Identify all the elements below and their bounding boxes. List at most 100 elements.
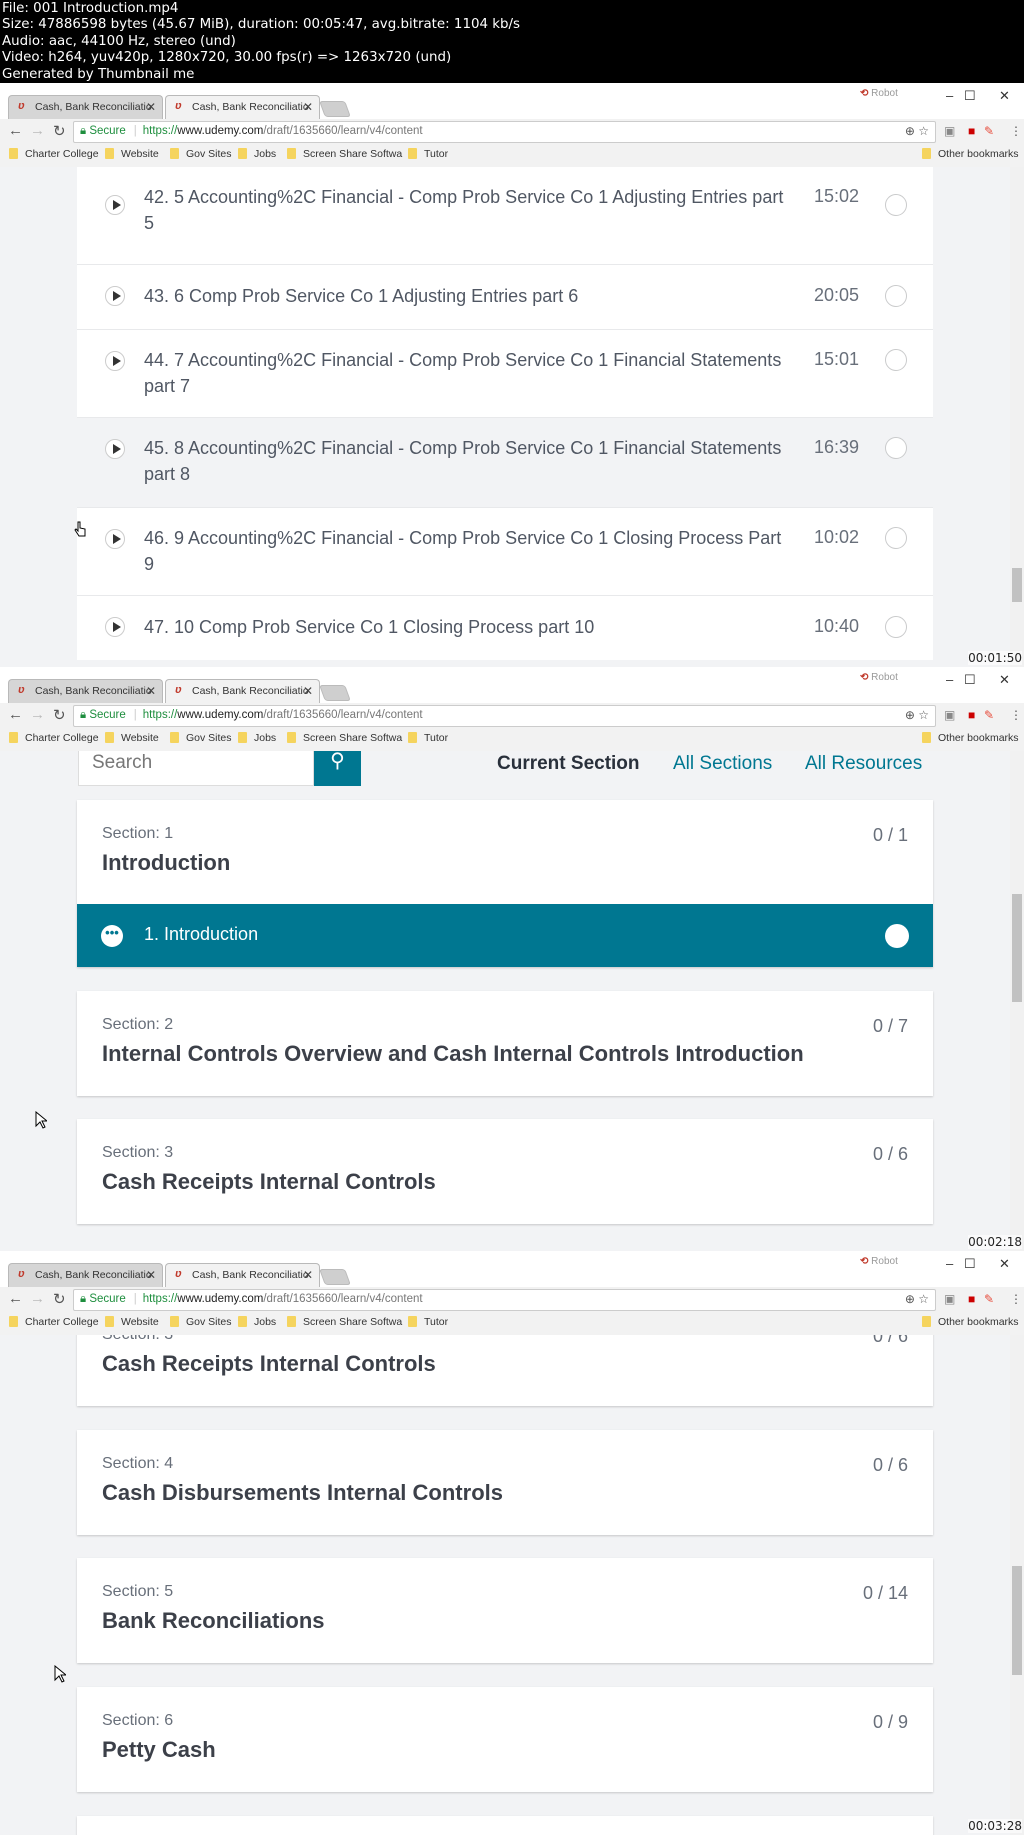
section-card[interactable] — [77, 1816, 933, 1835]
lecture-title[interactable]: 42. 5 Accounting%2C Financial - Comp Pro… — [144, 184, 784, 236]
scrollbar-thumb[interactable] — [1012, 568, 1022, 602]
zoom-icon[interactable]: ⊕ — [905, 124, 915, 138]
url-bar[interactable]: 🔒︎ Secure | https://www.udemy.com/draft/16… — [73, 121, 936, 143]
lecture-row[interactable]: 46. 9 Accounting%2C Financial - Comp Pro… — [77, 507, 933, 595]
section-card[interactable]: Section: 6 Petty Cash 0 / 9 — [77, 1687, 933, 1792]
browser-tab-2[interactable]: ʋ Cash, Bank Reconciliatio ✕ — [165, 679, 320, 703]
minimize-icon[interactable]: – — [946, 88, 953, 103]
close-window-icon[interactable]: ✕ — [999, 88, 1010, 104]
completion-checkbox[interactable] — [885, 194, 907, 216]
bookmark-star-icon[interactable]: ☆ — [918, 708, 929, 722]
back-icon[interactable]: ← — [8, 706, 23, 723]
scrollbar[interactable] — [1010, 167, 1024, 667]
lecture-row-hovered[interactable]: 45. 8 Accounting%2C Financial - Comp Pro… — [77, 417, 933, 507]
play-icon[interactable] — [105, 351, 125, 371]
extension-icon[interactable]: ▣ — [944, 124, 955, 138]
bookmark-jobs[interactable]: Jobs — [238, 148, 276, 160]
new-tab-button[interactable] — [319, 101, 351, 117]
play-icon[interactable] — [105, 286, 125, 306]
close-tab-icon[interactable]: ✕ — [303, 1268, 313, 1282]
completion-checkbox[interactable] — [885, 349, 907, 371]
other-bookmarks[interactable]: Other bookmarks — [922, 732, 1019, 744]
section-card[interactable]: Section: 4 Cash Disbursements Internal C… — [77, 1430, 933, 1535]
scrollbar-thumb[interactable] — [1012, 894, 1022, 1002]
bookmark-gov-sites[interactable]: Gov Sites — [170, 1316, 232, 1328]
forward-icon[interactable]: → — [30, 122, 45, 139]
other-bookmarks[interactable]: Other bookmarks — [922, 148, 1019, 160]
menu-icon[interactable]: ⋮ — [1010, 1292, 1022, 1306]
tab-all-sections[interactable]: All Sections — [673, 753, 772, 775]
scrollbar[interactable] — [1010, 751, 1024, 1251]
completion-checkbox[interactable] — [885, 616, 907, 638]
play-icon[interactable] — [105, 529, 125, 549]
extension-icon[interactable]: ▣ — [944, 708, 955, 722]
section-title[interactable]: Cash Receipts Internal Controls — [102, 1169, 436, 1195]
play-icon[interactable] — [105, 439, 125, 459]
close-tab-icon[interactable]: ✕ — [146, 684, 156, 698]
extension-pen-icon[interactable]: ✎ — [984, 1292, 994, 1306]
new-tab-button[interactable] — [319, 1269, 351, 1285]
bookmark-website[interactable]: Website — [105, 732, 159, 744]
reload-icon[interactable]: ↻ — [53, 1290, 66, 1308]
lecture-row[interactable]: 47. 10 Comp Prob Service Co 1 Closing Pr… — [77, 595, 933, 660]
lecture-row[interactable]: 42. 5 Accounting%2C Financial - Comp Pro… — [77, 167, 933, 264]
browser-tab-2[interactable]: ʋ Cash, Bank Reconciliatio ✕ — [165, 1263, 320, 1287]
back-icon[interactable]: ← — [8, 122, 23, 139]
profile-button[interactable]: ⟲ Robot — [860, 672, 898, 683]
section-title[interactable]: Internal Controls Overview and Cash Inte… — [102, 1041, 804, 1067]
bookmark-jobs[interactable]: Jobs — [238, 1316, 276, 1328]
bookmark-star-icon[interactable]: ☆ — [918, 1292, 929, 1306]
bookmark-screen-share[interactable]: Screen Share Softwa — [287, 1316, 402, 1328]
zoom-icon[interactable]: ⊕ — [905, 1292, 915, 1306]
bookmark-charter-college[interactable]: Charter College — [9, 732, 99, 744]
close-tab-icon[interactable]: ✕ — [146, 100, 156, 114]
profile-button[interactable]: ⟲ Robot — [860, 88, 898, 99]
search-button[interactable]: ⚲ — [314, 751, 361, 786]
section-title[interactable]: Petty Cash — [102, 1737, 216, 1763]
lecture-row[interactable]: 43. 6 Comp Prob Service Co 1 Adjusting E… — [77, 264, 933, 329]
completion-checkbox[interactable] — [885, 285, 907, 307]
bookmark-tutor[interactable]: Tutor — [408, 1316, 448, 1328]
bookmark-charter-college[interactable]: Charter College — [9, 1316, 99, 1328]
menu-icon[interactable]: ⋮ — [1010, 124, 1022, 138]
section-card[interactable]: Section: 1 Introduction 0 / 1 ••• 1. Int… — [77, 800, 933, 967]
bookmark-tutor[interactable]: Tutor — [408, 148, 448, 160]
zoom-icon[interactable]: ⊕ — [905, 708, 915, 722]
bookmark-website[interactable]: Website — [105, 1316, 159, 1328]
lecture-title[interactable]: 44. 7 Accounting%2C Financial - Comp Pro… — [144, 347, 784, 399]
scrollbar-thumb[interactable] — [1012, 1566, 1022, 1675]
maximize-icon[interactable]: ☐ — [964, 88, 976, 104]
play-icon[interactable] — [105, 195, 125, 215]
bookmark-gov-sites[interactable]: Gov Sites — [170, 732, 232, 744]
lecture-title[interactable]: 1. Introduction — [144, 924, 258, 945]
close-window-icon[interactable]: ✕ — [999, 1256, 1010, 1272]
extension-icon[interactable]: ▣ — [944, 1292, 955, 1306]
close-window-icon[interactable]: ✕ — [999, 672, 1010, 688]
maximize-icon[interactable]: ☐ — [964, 672, 976, 688]
bookmark-charter-college[interactable]: Charter College — [9, 148, 99, 160]
bookmark-jobs[interactable]: Jobs — [238, 732, 276, 744]
close-tab-icon[interactable]: ✕ — [303, 684, 313, 698]
close-tab-icon[interactable]: ✕ — [146, 1268, 156, 1282]
extension-pen-icon[interactable]: ✎ — [984, 708, 994, 722]
section-title[interactable]: Introduction — [102, 850, 230, 876]
browser-tab-1[interactable]: ʋ Cash, Bank Reconciliatio ✕ — [8, 1263, 163, 1287]
extension-record-icon[interactable]: ■ — [968, 708, 975, 722]
extension-record-icon[interactable]: ■ — [968, 124, 975, 138]
bookmark-screen-share[interactable]: Screen Share Softwa — [287, 732, 402, 744]
close-tab-icon[interactable]: ✕ — [303, 100, 313, 114]
back-icon[interactable]: ← — [8, 1290, 23, 1307]
lecture-title[interactable]: 45. 8 Accounting%2C Financial - Comp Pro… — [144, 435, 784, 487]
section-card[interactable]: Section: 3 Cash Receipts Internal Contro… — [77, 1119, 933, 1224]
bookmark-website[interactable]: Website — [105, 148, 159, 160]
new-tab-button[interactable] — [319, 685, 351, 701]
completion-checkbox[interactable] — [885, 527, 907, 549]
reload-icon[interactable]: ↻ — [53, 706, 66, 724]
forward-icon[interactable]: → — [30, 706, 45, 723]
reload-icon[interactable]: ↻ — [53, 122, 66, 140]
bookmark-screen-share[interactable]: Screen Share Softwa — [287, 148, 402, 160]
lecture-title[interactable]: 43. 6 Comp Prob Service Co 1 Adjusting E… — [144, 283, 784, 309]
minimize-icon[interactable]: – — [946, 1256, 953, 1271]
tab-current-section[interactable]: Current Section — [497, 753, 640, 775]
more-icon[interactable]: ••• — [101, 925, 123, 947]
